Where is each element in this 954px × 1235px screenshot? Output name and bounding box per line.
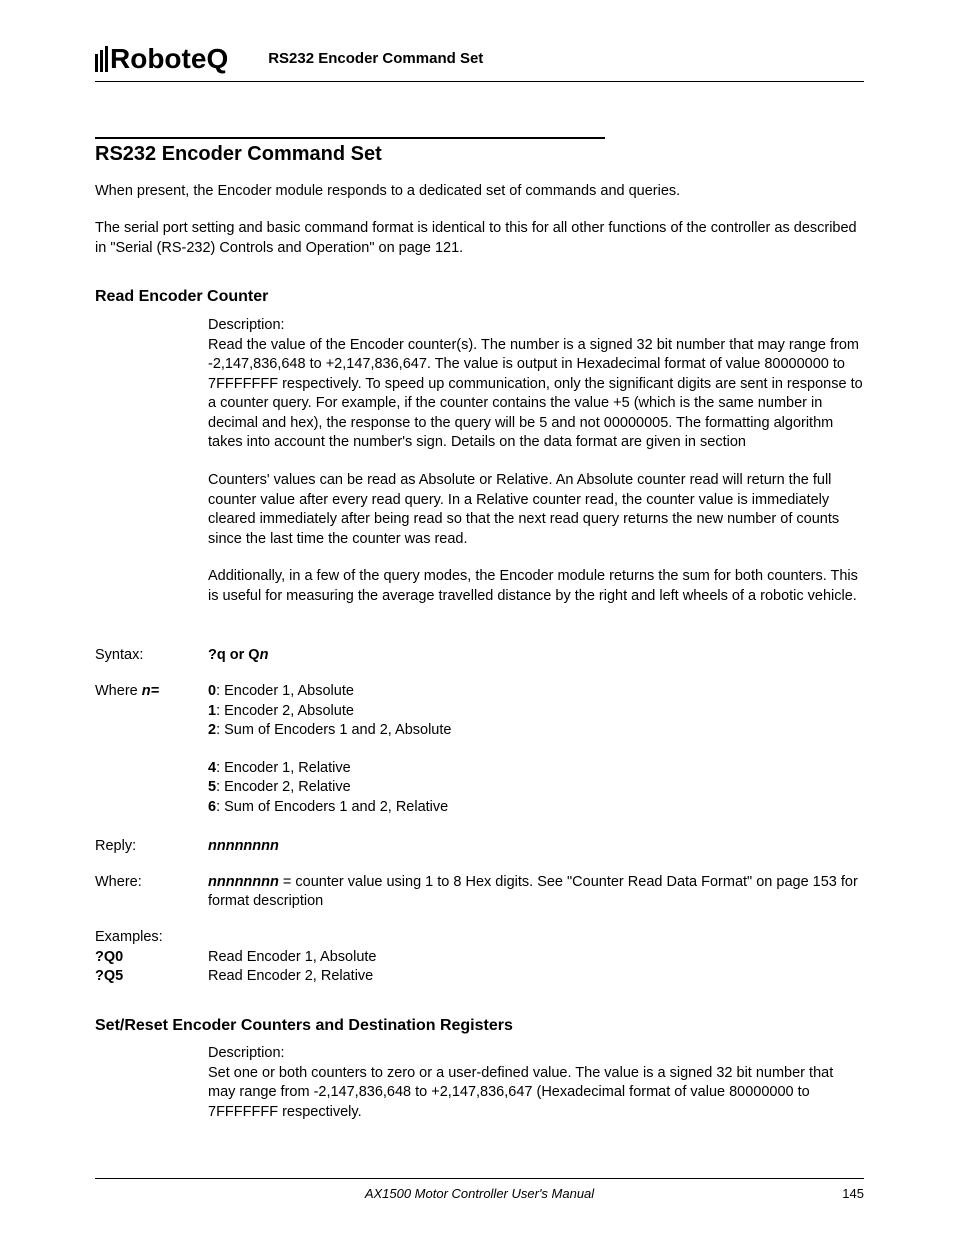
body-paragraph: Additionally, in a few of the query mode…: [208, 567, 864, 606]
example-item: ?Q0 Read Encoder 1, Absolute: [95, 948, 864, 968]
description-label: Description:: [208, 316, 864, 336]
body-paragraph: Set one or both counters to zero or a us…: [208, 1064, 864, 1123]
reply-row: Reply: nnnnnnnn: [95, 837, 864, 857]
example-item: ?Q5 Read Encoder 2, Relative: [95, 967, 864, 987]
footer-divider: [95, 1178, 864, 1179]
page-header: RoboteQ RS232 Encoder Command Set: [95, 40, 864, 78]
syntax-var: n: [260, 647, 269, 663]
description-block: Description: Read the value of the Encod…: [208, 316, 864, 606]
where-n-label: Where n=: [95, 682, 208, 833]
description-label: Description:: [208, 1044, 864, 1064]
syntax-label: Syntax:: [95, 646, 208, 666]
where-row: Where: nnnnnnnn = counter value using 1 …: [95, 873, 864, 912]
section-divider: [95, 137, 605, 139]
document-page: RoboteQ RS232 Encoder Command Set RS232 …: [0, 0, 954, 1235]
brand-logo: RoboteQ: [95, 40, 228, 78]
description-block: Description: Set one or both counters to…: [208, 1044, 864, 1122]
body-paragraph: When present, the Encoder module respond…: [95, 182, 864, 202]
header-divider: [95, 81, 864, 82]
where-n-item: 5: Encoder 2, Relative: [208, 778, 864, 798]
footer-manual-title: AX1500 Motor Controller User's Manual: [135, 1185, 824, 1203]
body-paragraph: Read the value of the Encoder counter(s)…: [208, 336, 864, 453]
logo-text-part2: Q: [206, 40, 228, 78]
syntax-text: ?q or Q: [208, 647, 260, 663]
logo-bars-icon: [95, 46, 108, 72]
reply-label: Reply:: [95, 837, 208, 857]
where-value: nnnnnnnn = counter value using 1 to 8 He…: [208, 873, 864, 912]
examples-label: Examples:: [95, 928, 208, 948]
subsection-heading: Read Encoder Counter: [95, 286, 864, 308]
reply-value: nnnnnnnn: [208, 837, 864, 857]
where-n-row: Where n= 0: Encoder 1, Absolute 1: Encod…: [95, 682, 864, 833]
page-header-title: RS232 Encoder Command Set: [268, 49, 483, 69]
subsection-heading: Set/Reset Encoder Counters and Destinati…: [95, 1015, 864, 1037]
section-heading: RS232 Encoder Command Set: [95, 141, 864, 168]
examples-row: Examples:: [95, 928, 864, 948]
where-label: Where:: [95, 873, 208, 912]
where-n-item: 6: Sum of Encoders 1 and 2, Relative: [208, 798, 864, 818]
syntax-row: Syntax: ?q or Qn: [95, 646, 864, 666]
where-n-values: 0: Encoder 1, Absolute 1: Encoder 2, Abs…: [208, 682, 864, 833]
where-n-item: 2: Sum of Encoders 1 and 2, Absolute: [208, 721, 864, 741]
body-paragraph: The serial port setting and basic comman…: [95, 219, 864, 258]
where-n-item: 4: Encoder 1, Relative: [208, 759, 864, 779]
body-paragraph: Counters' values can be read as Absolute…: [208, 471, 864, 549]
logo-text-part1: Robote: [110, 40, 206, 78]
footer-page-number: 145: [824, 1185, 864, 1203]
where-n-item: 1: Encoder 2, Absolute: [208, 702, 864, 722]
where-n-item: 0: Encoder 1, Absolute: [208, 682, 864, 702]
page-footer: AX1500 Motor Controller User's Manual 14…: [95, 1178, 864, 1203]
syntax-value: ?q or Qn: [208, 646, 864, 666]
